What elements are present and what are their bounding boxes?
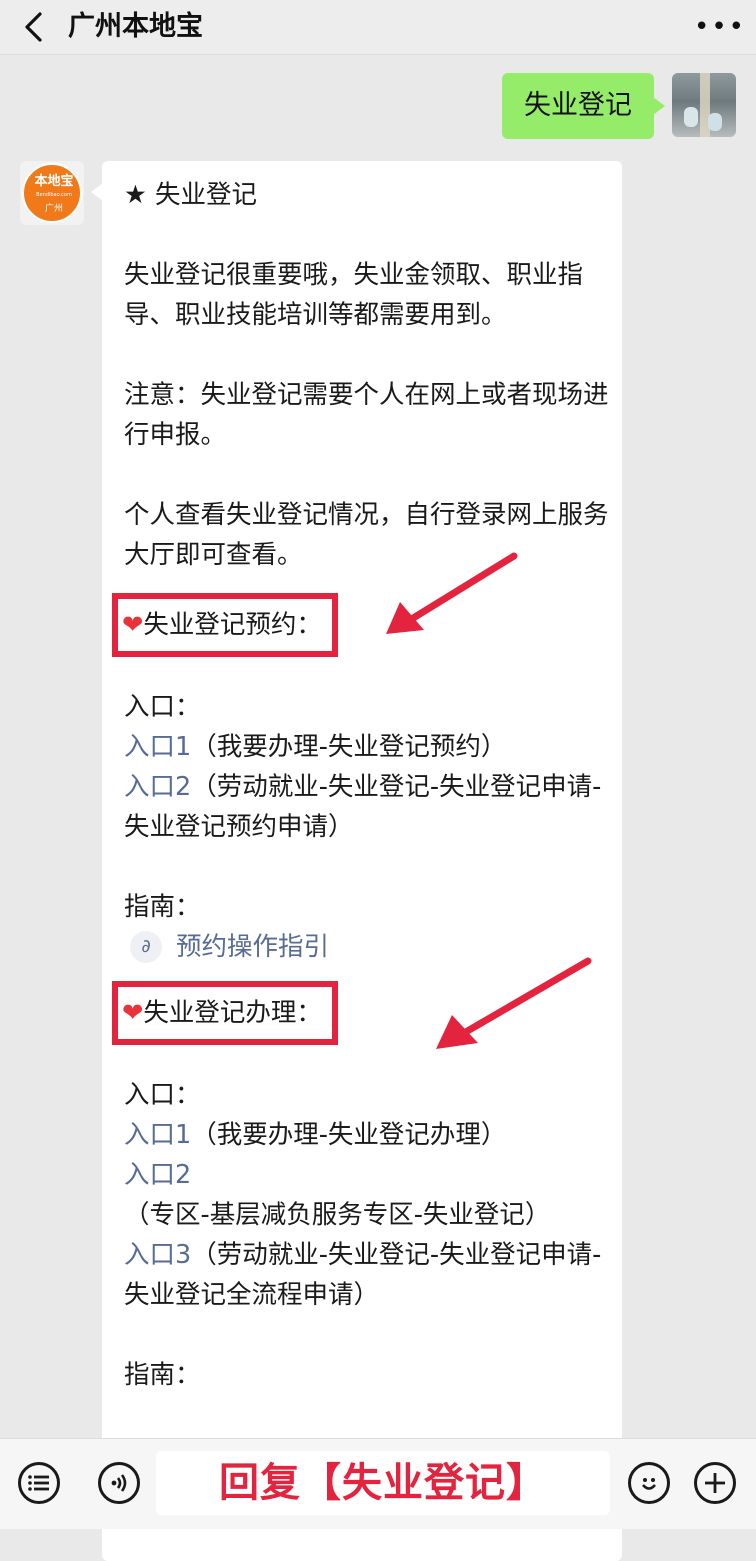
entry-item: 入口2（专区-基层减负服务专区-失业登记） <box>124 1160 551 1230</box>
message-paragraph: 注意：失业登记需要个人在网上或者现场进行申报。 <box>124 380 609 450</box>
back-arrow-icon[interactable] <box>18 10 52 44</box>
menu-list-icon[interactable] <box>18 1462 60 1504</box>
voice-icon[interactable] <box>98 1462 140 1504</box>
highlight-box-reservation: ❤失业登记预约： <box>112 593 338 657</box>
entry-label: 入口： <box>124 692 201 722</box>
bendibao-logo: 本地宝 Bendibao.com 广州 <box>22 163 82 223</box>
message-heading: ★ 失业登记 <box>124 180 257 210</box>
entry-link-3[interactable]: 入口3 <box>124 1240 191 1270</box>
entry-label: 入口： <box>124 1080 201 1110</box>
highlight-box-processing: ❤失业登记办理： <box>112 981 338 1045</box>
message-paragraph: 失业登记很重要哦，失业金领取、职业指导、职业技能培训等都需要用到。 <box>124 260 584 330</box>
bot-avatar[interactable]: 本地宝 Bendibao.com 广州 <box>20 161 84 225</box>
section-title-processing: 失业登记办理： <box>143 998 322 1028</box>
chat-title: 广州本地宝 <box>68 11 203 42</box>
entry-link-2[interactable]: 入口2 <box>124 1160 191 1190</box>
user-avatar[interactable] <box>672 73 736 137</box>
input-toolbar: 回复【失业登记】 <box>0 1438 756 1529</box>
plus-icon[interactable] <box>694 1462 736 1504</box>
mini-program-link-icon: ∂ <box>130 931 162 963</box>
heart-icon: ❤ <box>122 998 144 1028</box>
red-arrow-annotation <box>436 957 592 1049</box>
more-icon[interactable]: ••• <box>694 12 744 42</box>
emoji-icon[interactable] <box>628 1462 670 1504</box>
red-arrow-annotation <box>386 552 518 634</box>
entry-item: 入口1（我要办理-失业登记预约） <box>124 732 507 762</box>
message-content: ★ 失业登记 失业登记很重要哦，失业金领取、职业指导、职业技能培训等都需要用到。… <box>112 175 612 1395</box>
entry-item: 入口1（我要办理-失业登记办理） <box>124 1120 507 1150</box>
guide-label: 指南： <box>124 1360 201 1390</box>
input-text: 回复【失业登记】 <box>219 1460 547 1506</box>
entry-link-1[interactable]: 入口1 <box>124 732 191 762</box>
incoming-message-bubble: ★ 失业登记 失业登记很重要哦，失业金领取、职业指导、职业技能培训等都需要用到。… <box>91 161 622 1561</box>
outgoing-message-bubble[interactable]: 失业登记 <box>502 73 665 139</box>
chat-area: 失业登记 本地宝 Bendibao.com 广州 ★ 失业登记 失业登记很重要哦… <box>0 55 756 1561</box>
message-input[interactable]: 回复【失业登记】 <box>156 1451 610 1515</box>
outgoing-message-text: 失业登记 <box>524 90 632 121</box>
guide-label: 指南： <box>124 892 201 922</box>
chat-header: 广州本地宝 ••• <box>0 0 756 55</box>
entry-item: 入口2（劳动就业-失业登记-失业登记申请-失业登记预约申请） <box>124 772 602 842</box>
entry-item: 入口3（劳动就业-失业登记-失业登记申请-失业登记全流程申请） <box>124 1240 602 1310</box>
entry-link-2[interactable]: 入口2 <box>124 772 191 802</box>
message-paragraph: 个人查看失业登记情况，自行登录网上服务大厅即可查看。 <box>124 500 609 570</box>
section-title-reservation: 失业登记预约： <box>143 610 322 640</box>
heart-icon: ❤ <box>122 610 144 640</box>
entry-link-1[interactable]: 入口1 <box>124 1120 191 1150</box>
guide-link-text: 预约操作指引 <box>176 932 330 962</box>
